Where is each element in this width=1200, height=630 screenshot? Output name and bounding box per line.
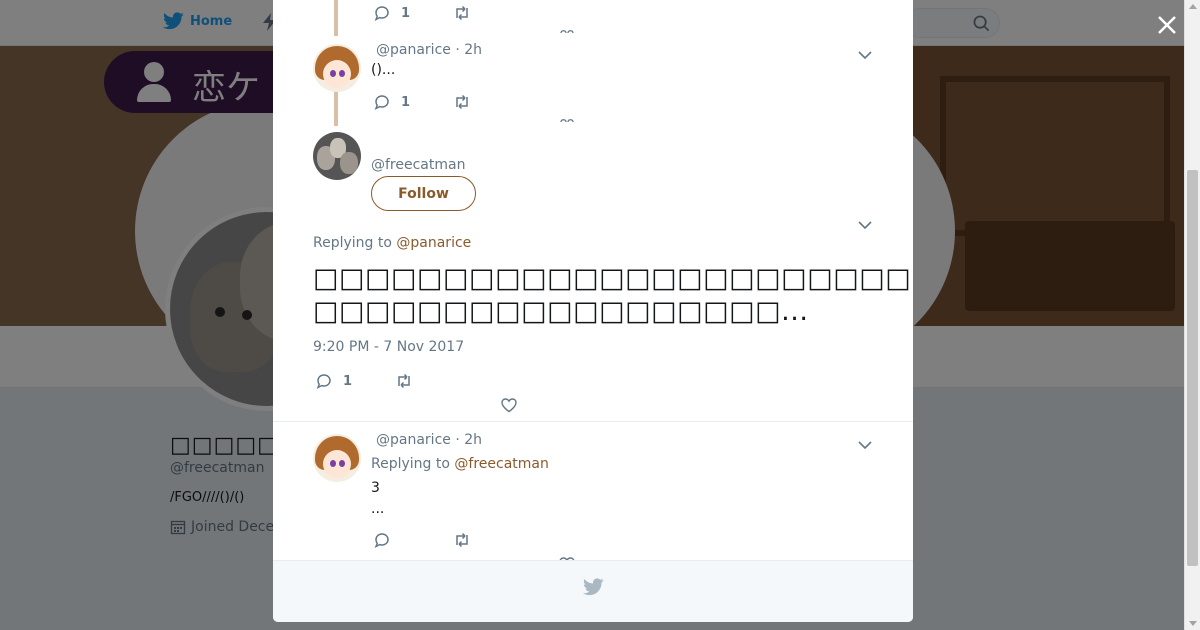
tweet-handle[interactable]: @panarice (376, 432, 451, 448)
replying-to-user[interactable]: @panarice (396, 235, 471, 251)
replying-to-user[interactable]: @freecatman (454, 456, 548, 472)
tweet-text: ()... (371, 62, 396, 78)
like-icon[interactable] (560, 28, 574, 34)
reply-button[interactable]: 1 (373, 93, 410, 111)
close-icon (1158, 16, 1176, 34)
thread-line (334, 90, 338, 126)
tweet-menu-button[interactable] (858, 215, 872, 230)
retweet-icon (398, 373, 410, 389)
reply-icon (374, 533, 389, 549)
retweet-button[interactable] (395, 372, 413, 390)
main-tweet-handle[interactable]: @freecatman (371, 157, 465, 173)
retweet-button[interactable] (453, 4, 471, 22)
tweet-menu-button[interactable] (858, 45, 872, 60)
chevron-down-icon (858, 51, 872, 60)
reply-icon (374, 6, 389, 22)
modal-footer (273, 560, 913, 622)
avatar[interactable] (313, 44, 361, 92)
reply-count: 1 (401, 94, 411, 110)
tweet-text-line: ... (371, 501, 385, 517)
tweet-menu-button[interactable] (858, 435, 872, 450)
scroll-up-arrow[interactable] (1189, 4, 1197, 9)
scrollbar-thumb[interactable] (1187, 170, 1198, 566)
retweet-icon (456, 532, 468, 548)
chevron-down-icon (858, 441, 872, 450)
tweet-separator: · (455, 42, 460, 58)
tweet-handle[interactable]: @panarice (376, 42, 451, 58)
reply-button[interactable]: 1 (373, 4, 410, 22)
reply-icon (374, 95, 389, 111)
avatar[interactable] (313, 434, 361, 482)
retweet-button[interactable] (453, 93, 471, 111)
tweet-time[interactable]: 2h (464, 42, 482, 58)
chevron-down-icon (858, 221, 872, 230)
thread-line (334, 0, 338, 36)
reply-icon (316, 374, 331, 390)
tweet-modal: 1 @panarice · 2h ()... 1 @freecatman Fol… (273, 0, 913, 622)
reply-count: 1 (401, 5, 411, 21)
divider (273, 421, 913, 422)
replying-to-label: Replying to (371, 456, 450, 472)
scroll-down-arrow[interactable] (1189, 621, 1197, 626)
replying-to: Replying to @panarice (313, 235, 471, 251)
main-tweet-text-line: □□□□□□□□□□□□□□□□□□□□□□□□□ (313, 263, 913, 294)
twitter-bird-icon (583, 578, 604, 596)
replying-to: Replying to @freecatman (371, 456, 549, 472)
tweet-time[interactable]: 2h (464, 432, 482, 448)
retweet-icon (456, 5, 468, 21)
retweet-button[interactable] (453, 531, 471, 549)
main-tweet-text-line: □□□□□□□□□□□□□□□□□□... (313, 296, 809, 327)
follow-button[interactable]: Follow (371, 176, 476, 211)
main-tweet-text: □□□□□□□□□□□□□□□□□□□□□□□□□ □□□□□□□□□□□□□□… (313, 262, 913, 328)
tweet-header: @panarice · 2h (376, 42, 482, 58)
tweet-separator: · (455, 432, 460, 448)
like-icon (501, 398, 517, 413)
like-icon[interactable] (560, 117, 574, 123)
like-button[interactable] (500, 396, 518, 414)
main-tweet-timestamp[interactable]: 9:20 PM - 7 Nov 2017 (313, 339, 464, 355)
avatar[interactable] (313, 132, 361, 180)
reply-button[interactable]: 1 (315, 372, 352, 390)
replying-to-label: Replying to (313, 235, 392, 251)
tweet-text-line: 3 (371, 480, 380, 496)
reply-button[interactable] (373, 531, 391, 549)
close-button[interactable] (1154, 12, 1180, 38)
tweet-header: @panarice · 2h (376, 432, 482, 448)
reply-count: 1 (343, 373, 353, 389)
scrollbar[interactable] (1184, 0, 1200, 630)
retweet-icon (456, 94, 468, 110)
